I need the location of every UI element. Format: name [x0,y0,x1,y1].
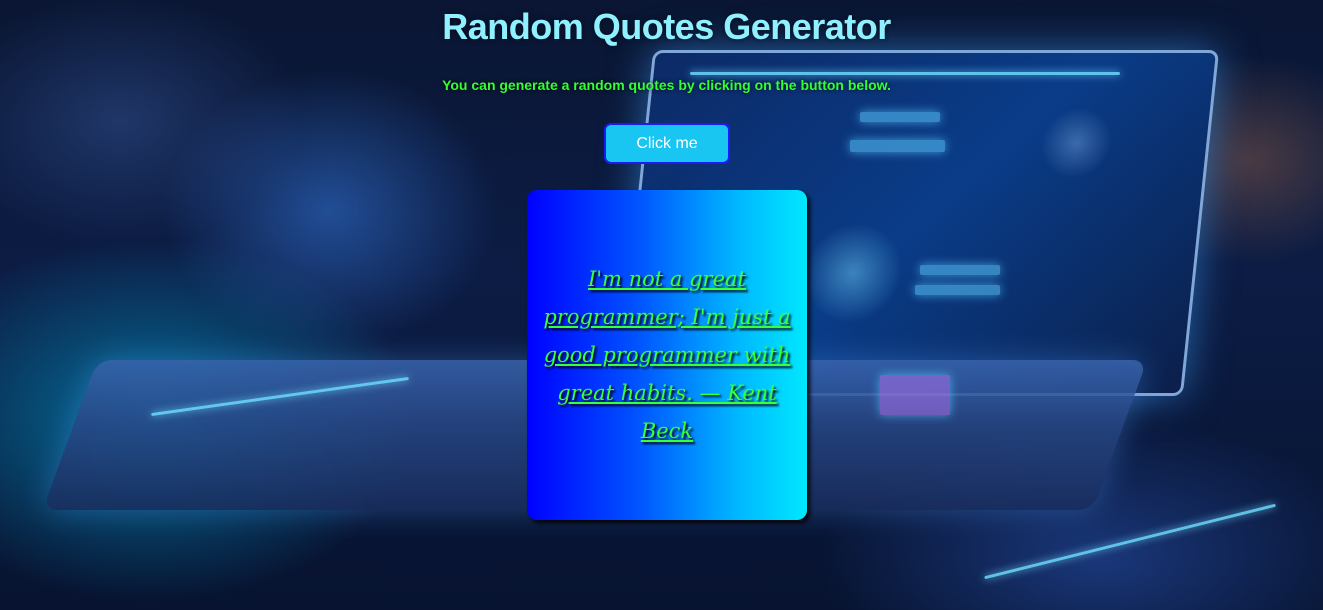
screen-panel [880,375,950,415]
glow-line [984,503,1276,580]
page-subtitle: You can generate a random quotes by clic… [442,77,891,93]
glow-line [690,72,1120,75]
screen-panel [915,285,1000,295]
screen-panel [850,140,945,152]
quote-text: I'm not a great programmer; I'm just a g… [543,267,791,443]
screen-panel [920,265,1000,275]
page-title: Random Quotes Generator [442,6,891,47]
quote-card: I'm not a great programmer; I'm just a g… [527,190,807,520]
generate-quote-button[interactable]: Click me [604,123,730,164]
screen-panel [860,112,940,122]
